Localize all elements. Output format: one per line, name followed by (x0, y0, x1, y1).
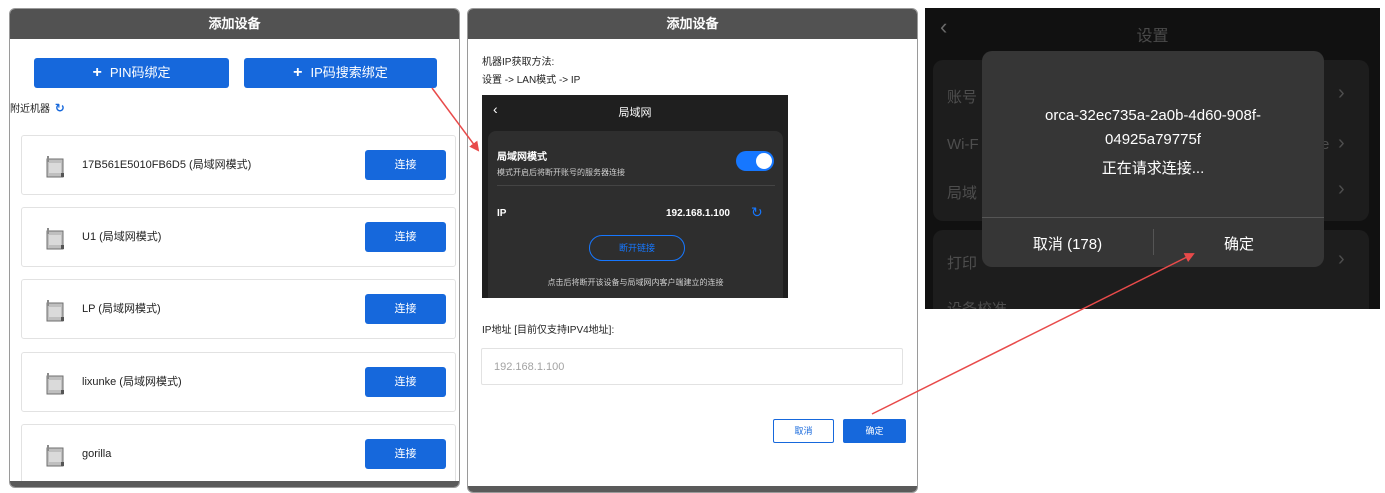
annotation-arrows (431, 87, 1195, 415)
arrow-to-confirm-dialog (871, 253, 1195, 415)
arrow-to-lan-screen (431, 87, 480, 152)
